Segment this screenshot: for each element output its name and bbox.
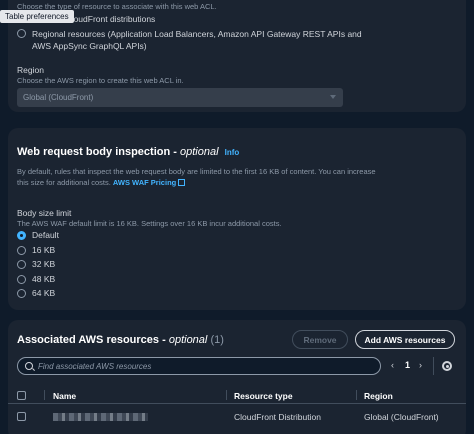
column-header-region[interactable]: Region <box>364 391 393 401</box>
body-inspection-panel: Web request body inspection - optional I… <box>8 128 466 310</box>
caret-down-icon <box>330 95 336 99</box>
info-link[interactable]: Info <box>225 148 240 157</box>
column-divider <box>356 390 357 400</box>
radio-button[interactable] <box>17 275 26 284</box>
row-checkbox[interactable] <box>17 412 26 421</box>
remove-button[interactable]: Remove <box>292 330 348 349</box>
column-header-name[interactable]: Name <box>53 391 76 401</box>
radio-button[interactable] <box>17 29 26 38</box>
associated-resources-panel: Associated AWS resources - optional (1) … <box>8 320 466 434</box>
chevron-right-icon[interactable]: › <box>419 360 422 370</box>
body-size-description: The AWS WAF default limit is 16 KB. Sett… <box>17 219 282 228</box>
body-size-label: Body size limit <box>17 208 72 218</box>
body-inspection-description: By default, rules that inspect the web r… <box>17 167 376 187</box>
table-preferences-tooltip: Table preferences <box>0 10 74 23</box>
size-option-64kb[interactable]: 64 KB <box>17 288 55 298</box>
size-option-16kb[interactable]: 16 KB <box>17 245 55 255</box>
resource-count: (1) <box>210 334 224 346</box>
radio-regional[interactable]: Regional resources (Application Load Bal… <box>17 28 362 52</box>
radio-label-regional: Regional resources (Application Load Bal… <box>32 29 362 51</box>
size-option-default[interactable]: Default <box>17 230 59 240</box>
column-divider <box>226 390 227 400</box>
resource-type-panel: Choose the type of resource to associate… <box>8 0 466 112</box>
region-label: Region <box>17 65 44 75</box>
redacted-resource-name <box>53 413 148 421</box>
radio-button-selected[interactable] <box>17 231 26 240</box>
column-divider <box>44 390 45 400</box>
search-placeholder: Find associated AWS resources <box>38 361 152 371</box>
row-resource-type: CloudFront Distribution <box>234 412 321 422</box>
associated-resources-title: Associated AWS resources - optional (1) <box>17 334 224 346</box>
radio-button[interactable] <box>17 246 26 255</box>
search-icon <box>25 362 33 370</box>
gear-icon[interactable] <box>442 361 452 371</box>
divider <box>433 357 434 375</box>
add-aws-resources-button[interactable]: Add AWS resources <box>355 330 455 349</box>
table-row[interactable]: CloudFront Distribution Global (CloudFro… <box>8 407 466 427</box>
table-header: Name Resource type Region <box>8 386 466 404</box>
page-number[interactable]: 1 <box>405 360 410 370</box>
body-inspection-title: Web request body inspection - optional I… <box>17 146 240 158</box>
search-input[interactable]: Find associated AWS resources <box>17 357 381 375</box>
waf-pricing-link[interactable]: AWS WAF Pricing <box>113 178 176 187</box>
row-region: Global (CloudFront) <box>364 412 439 422</box>
size-option-32kb[interactable]: 32 KB <box>17 259 55 269</box>
radio-button[interactable] <box>17 289 26 298</box>
region-value: Global (CloudFront) <box>23 93 94 102</box>
chevron-left-icon[interactable]: ‹ <box>391 360 394 370</box>
column-header-resource-type[interactable]: Resource type <box>234 391 293 401</box>
external-link-icon <box>178 179 186 186</box>
select-all-checkbox[interactable] <box>17 391 26 400</box>
region-description: Choose the AWS region to create this web… <box>17 76 184 85</box>
radio-button[interactable] <box>17 260 26 269</box>
size-option-48kb[interactable]: 48 KB <box>17 274 55 284</box>
region-select[interactable]: Global (CloudFront) <box>17 88 343 107</box>
